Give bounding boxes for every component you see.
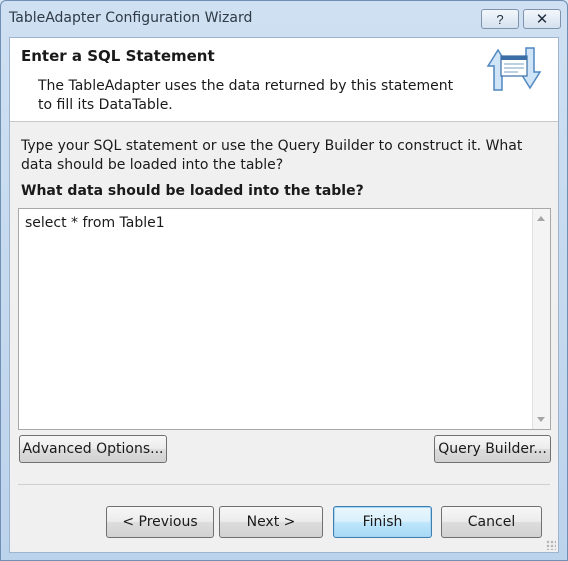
wizard-window: TableAdapter Configuration Wizard ? ✕ En… (0, 0, 568, 561)
page-description: The TableAdapter uses the data returned … (38, 78, 454, 113)
help-button[interactable]: ? (481, 9, 519, 29)
sql-statement-textarea[interactable]: select * from Table1 (18, 208, 551, 430)
footer-divider (18, 484, 550, 485)
title-bar[interactable]: TableAdapter Configuration Wizard ? ✕ (1, 1, 567, 37)
previous-button[interactable]: < Previous (106, 506, 214, 538)
scroll-down-icon[interactable] (537, 417, 545, 422)
sql-vertical-scrollbar[interactable] (532, 209, 550, 429)
page-title: Enter a SQL Statement (21, 47, 215, 65)
finish-button[interactable]: Finish (333, 506, 432, 538)
wizard-client-area: Enter a SQL Statement The TableAdapter u… (9, 37, 559, 553)
instructions-text: Type your SQL statement or use the Query… (21, 138, 523, 173)
cancel-button[interactable]: Cancel (441, 506, 542, 538)
query-builder-button[interactable]: Query Builder... (434, 435, 551, 463)
advanced-options-button[interactable]: Advanced Options... (19, 435, 167, 463)
window-title: TableAdapter Configuration Wizard (9, 10, 253, 26)
wizard-header: Enter a SQL Statement The TableAdapter u… (10, 38, 558, 122)
sql-label: What data should be loaded into the tabl… (21, 183, 364, 199)
table-adapter-sync-icon (486, 47, 542, 91)
sql-statement-text: select * from Table1 (25, 215, 165, 231)
next-button[interactable]: Next > (219, 506, 323, 538)
resize-grip-icon[interactable] (546, 540, 556, 550)
scroll-up-icon[interactable] (537, 216, 545, 221)
close-button[interactable]: ✕ (523, 9, 561, 29)
